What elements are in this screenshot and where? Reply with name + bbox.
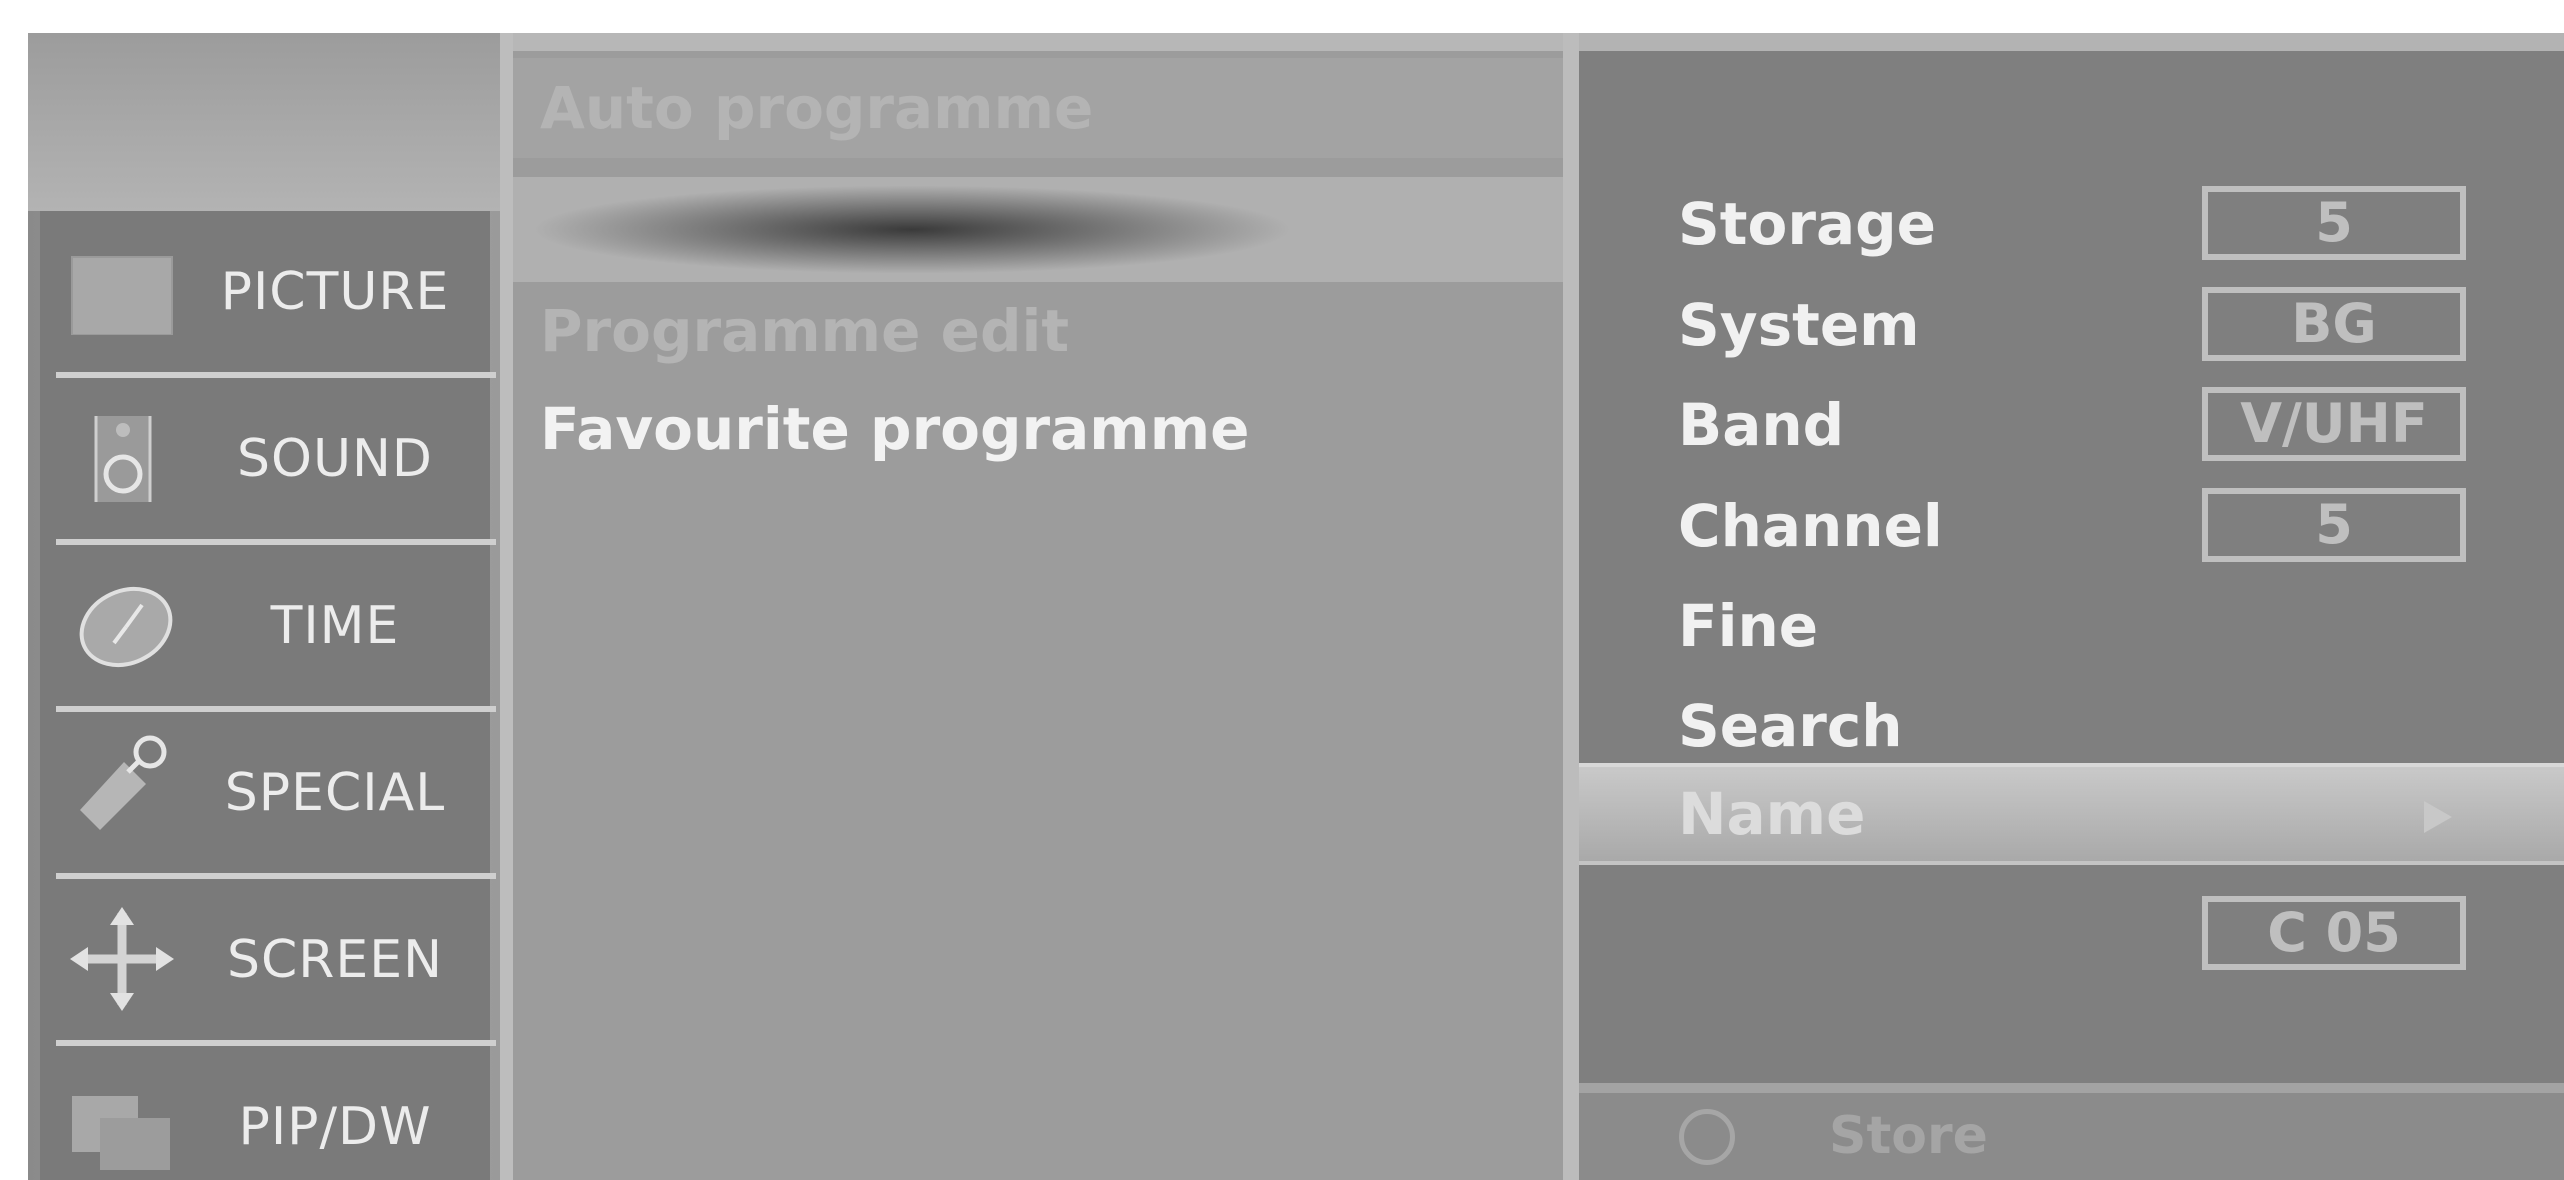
setting-row-search[interactable]: Search <box>1579 676 2564 776</box>
panel-top-edge <box>1579 33 2564 51</box>
clock-icon <box>70 583 174 669</box>
setting-row-channel[interactable]: Channel 5 <box>1579 476 2564 576</box>
sidebar-item-time[interactable]: TIME <box>40 545 490 707</box>
panel-top-edge <box>513 33 1563 51</box>
arrow-right-icon <box>2424 801 2452 833</box>
sidebar-item-label: PIP/DW <box>238 1097 432 1157</box>
sidebar-item-label: TIME <box>270 596 400 656</box>
setting-row-fine[interactable]: Fine <box>1579 576 2564 676</box>
channel-value: 5 <box>2202 488 2466 562</box>
manual-programme-panel: Storage 5 System BG Band V/UHF Channel 5… <box>1579 33 2564 1180</box>
panel-divider <box>500 33 513 1180</box>
storage-value: 5 <box>2202 186 2466 260</box>
name-value-row: C 05 <box>1579 884 2564 984</box>
menu-item-selected[interactable] <box>513 177 1563 282</box>
menu-item-favourite-programme[interactable]: Favourite programme <box>513 379 1563 479</box>
setting-label: Name <box>1678 780 1866 848</box>
setting-label: Storage <box>1678 190 1936 258</box>
setting-label: Channel <box>1678 492 1943 560</box>
name-value: C 05 <box>2202 896 2466 970</box>
setting-row-system[interactable]: System BG <box>1579 275 2564 375</box>
setting-label: Search <box>1678 692 1903 760</box>
sidebar-item-label: SPECIAL <box>224 763 446 823</box>
speaker-icon <box>70 408 174 508</box>
picture-icon <box>70 249 174 336</box>
menu-item-programme-edit[interactable]: Programme edit <box>513 281 1563 381</box>
move-arrows-icon <box>70 907 174 1011</box>
setting-row-name[interactable]: Name <box>1579 763 2564 865</box>
store-bar[interactable]: Store <box>1579 1083 2564 1180</box>
sidebar-item-sound[interactable]: SOUND <box>40 378 490 540</box>
setting-row-band[interactable]: Band V/UHF <box>1579 375 2564 475</box>
tv-osd-screen: PICTURE SOUND TIME SPECIAL SCREEN PIP/DW… <box>28 33 2564 1180</box>
setting-label: Band <box>1678 391 1845 459</box>
setting-label: System <box>1678 291 1920 359</box>
sidebar-item-label: SOUND <box>237 429 433 489</box>
setting-row-storage[interactable]: Storage 5 <box>1579 174 2564 274</box>
tag-icon <box>70 735 174 836</box>
sidebar-item-picture[interactable]: PICTURE <box>40 211 490 373</box>
sidebar-item-screen[interactable]: SCREEN <box>40 879 490 1041</box>
sidebar-item-label: PICTURE <box>220 262 450 322</box>
sidebar-item-special[interactable]: SPECIAL <box>40 712 490 874</box>
setting-label: Fine <box>1678 592 1819 660</box>
sidebar-item-pip-dw[interactable]: PIP/DW <box>40 1046 490 1180</box>
panel-divider <box>1563 33 1579 1180</box>
store-label: Store <box>1829 1106 1988 1166</box>
pip-icon <box>70 1084 174 1170</box>
system-value: BG <box>2202 287 2466 361</box>
menu-item-label: Auto programme <box>540 74 1094 142</box>
menu-item-auto-programme[interactable]: Auto programme <box>513 58 1563 158</box>
sidebar-item-label: SCREEN <box>226 930 444 990</box>
menu-item-label: Programme edit <box>540 297 1070 365</box>
band-value: V/UHF <box>2202 387 2466 461</box>
sidebar-header <box>28 33 500 211</box>
programme-menu: Auto programme Programme edit Favourite … <box>513 33 1563 1180</box>
sidebar: PICTURE SOUND TIME SPECIAL SCREEN PIP/DW <box>28 33 500 1180</box>
ok-button-icon <box>1679 1109 1735 1165</box>
menu-item-label: Favourite programme <box>540 395 1250 463</box>
